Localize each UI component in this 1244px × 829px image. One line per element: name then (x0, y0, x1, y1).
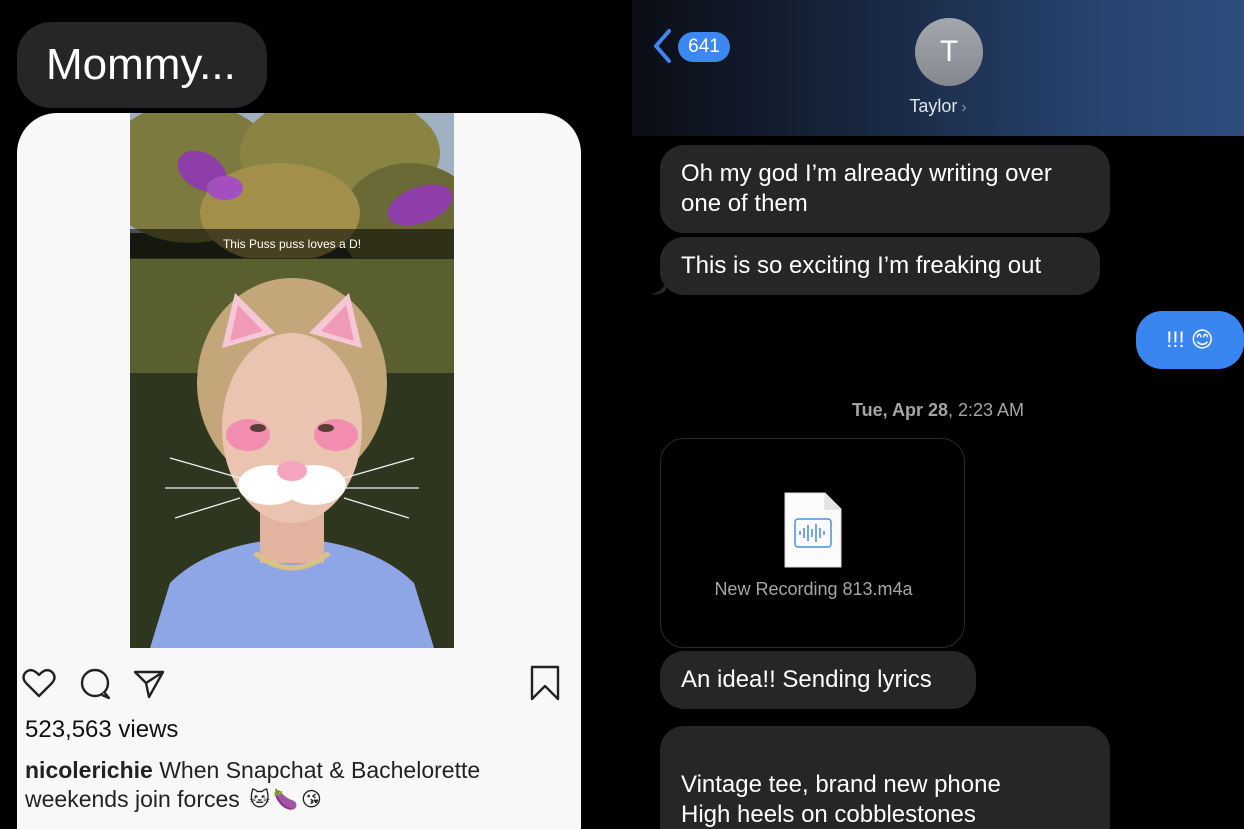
contact-avatar[interactable]: T (915, 18, 983, 86)
contact-name-row[interactable]: Taylor › (632, 96, 1244, 117)
instagram-post-card: This Puss puss loves a D! 523,563 views … (17, 113, 581, 829)
message-text: Oh my god I’m already writing over one o… (681, 160, 1052, 217)
heart-icon[interactable] (19, 663, 59, 703)
message-bubble-mommy: Mommy... (17, 22, 267, 108)
contact-name: Taylor (909, 96, 958, 116)
bubble-tail (650, 280, 666, 295)
incoming-message[interactable]: An idea!! Sending lyrics (660, 651, 976, 709)
conversation-header: 641 T Taylor › (632, 0, 1244, 136)
comment-icon[interactable] (75, 663, 115, 703)
instagram-screenshot-panel: Mommy... This Puss puss loves a D! 523,5… (0, 0, 620, 829)
mommy-text: Mommy... (46, 40, 236, 89)
timestamp-date: Tue, Apr 28 (851, 400, 948, 420)
audio-file-name: New Recording 813.m4a (714, 579, 913, 599)
snapchat-caption: This Puss puss loves a D! (130, 229, 454, 259)
timestamp-time: , 2:23 AM (947, 400, 1025, 420)
message-timestamp: Tue, Apr 28, 2:23 AM (632, 400, 1244, 421)
chevron-right-icon: › (961, 99, 967, 116)
imessage-screenshot-panel: 641 T Taylor › Oh my god I’m already writ… (632, 0, 1244, 829)
caption-username[interactable]: nicolerichie (25, 757, 153, 783)
kiss-emoji: 😘 (300, 789, 322, 812)
incoming-message[interactable]: This is so exciting I’m freaking out (660, 237, 1100, 295)
cat-emoji: 🐱 (249, 789, 271, 812)
eggplant-emoji: 🍆 (273, 789, 298, 812)
share-icon[interactable] (129, 663, 169, 703)
audio-file-icon (783, 491, 843, 569)
message-text: An idea!! Sending lyrics (681, 666, 932, 693)
message-text: Vintage tee, brand new phone High heels … (681, 771, 1001, 828)
back-chevron-icon[interactable] (652, 28, 672, 64)
message-text: This is so exciting I’m freaking out (681, 252, 1042, 279)
incoming-message[interactable]: Oh my god I’m already writing over one o… (660, 145, 1110, 233)
post-action-bar (17, 663, 581, 703)
outgoing-message[interactable]: !!! 😊 (1136, 311, 1244, 369)
unread-count-badge[interactable]: 641 (678, 32, 730, 62)
post-photo[interactable]: This Puss puss loves a D! (130, 113, 454, 648)
bookmark-icon[interactable] (525, 663, 565, 703)
post-caption: nicolerichie When Snapchat & Bachelorett… (25, 756, 545, 815)
audio-attachment[interactable]: New Recording 813.m4a (660, 438, 965, 648)
view-count: 523,563 views (25, 716, 179, 743)
incoming-message[interactable]: Vintage tee, brand new phone High heels … (660, 726, 1110, 829)
